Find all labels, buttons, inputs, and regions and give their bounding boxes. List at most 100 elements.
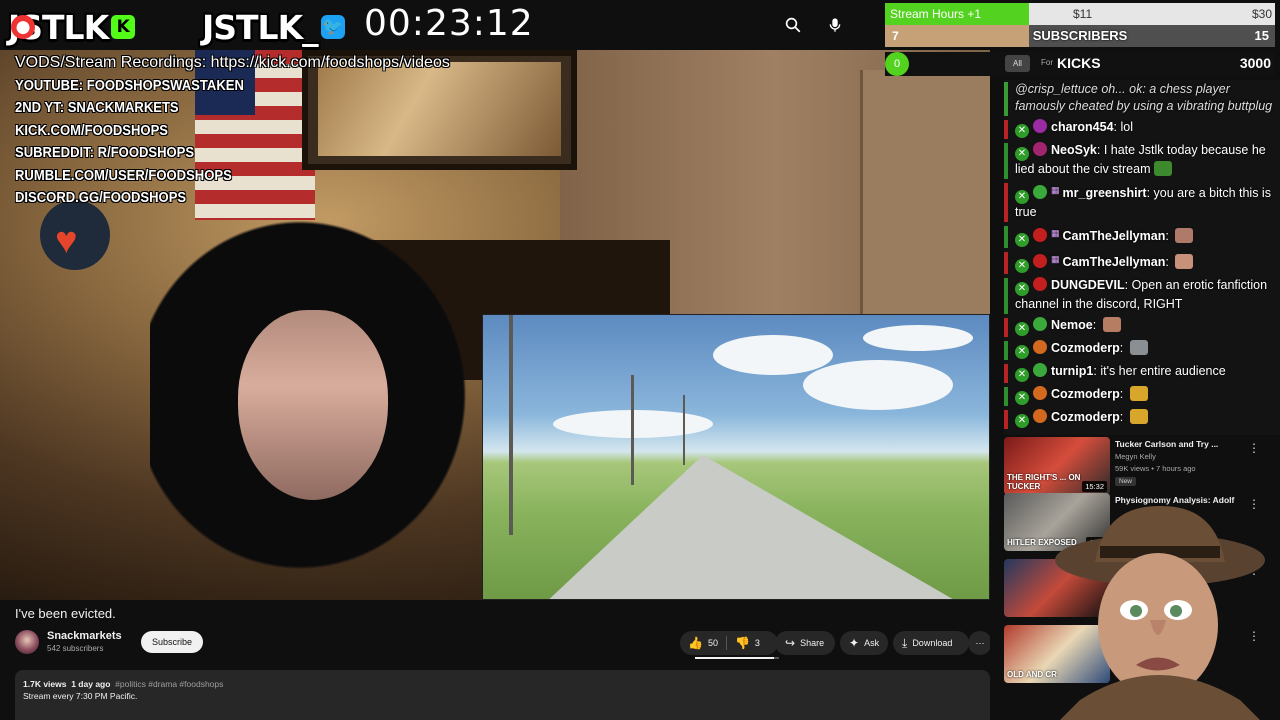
ask-button[interactable]: ✦ Ask bbox=[840, 631, 888, 655]
chat-accent-bar bbox=[1004, 364, 1008, 383]
close-circle-icon[interactable]: ✕ bbox=[1015, 282, 1029, 296]
more-actions-button[interactable]: ⋯ bbox=[968, 631, 992, 655]
goal-current: 0 bbox=[885, 52, 909, 76]
chat-message: ✕ Cozmoderp: bbox=[1004, 408, 1280, 431]
close-circle-icon[interactable]: ✕ bbox=[1015, 322, 1029, 336]
description-meta: 1.7K views 1 day ago #politics #drama #f… bbox=[23, 678, 982, 690]
cloud bbox=[863, 325, 973, 351]
video-title[interactable]: Tucker Carlson and Try ... bbox=[1115, 439, 1255, 449]
download-icon: ⤓ bbox=[902, 635, 908, 650]
subscriber-count: 542 subscribers bbox=[47, 644, 104, 653]
emote-icon bbox=[1129, 386, 1148, 401]
thumbs-up-icon: 👍 bbox=[688, 636, 703, 650]
video-player[interactable]: ♥ VODS/Stream Recordings: https://kick.c… bbox=[0, 50, 990, 600]
chat-message: ✕▦ CamTheJellyman: bbox=[1004, 224, 1280, 250]
search-icon[interactable] bbox=[780, 12, 806, 38]
gift-sub-icon: ▦ bbox=[1051, 228, 1060, 238]
close-circle-icon[interactable]: ✕ bbox=[1015, 345, 1029, 359]
chat-message: ✕▦ CamTheJellyman: bbox=[1004, 250, 1280, 276]
dislike-button[interactable]: 👎 3 bbox=[727, 636, 760, 650]
chat-accent-bar bbox=[1004, 387, 1008, 406]
chat-message: ✕ Nemoe: bbox=[1004, 316, 1280, 339]
channel-avatar[interactable] bbox=[15, 630, 39, 654]
chat-accent-bar bbox=[1004, 318, 1008, 337]
utility-pole bbox=[631, 375, 634, 485]
chat-username[interactable]: turnip1 bbox=[1051, 364, 1093, 378]
goal-label: Stream Hours +1 bbox=[890, 7, 982, 21]
chat-message: ✕ charon454: lol bbox=[1004, 118, 1280, 141]
goal-current: 7 bbox=[892, 29, 899, 43]
emote-icon bbox=[1129, 409, 1148, 424]
chat-accent-bar bbox=[1004, 82, 1008, 116]
chat-message: ✕ DUNGDEVIL: Open an erotic fanfiction ch… bbox=[1004, 276, 1280, 316]
link-youtube: YOUTUBE: FOODSHOPSWASTAKEN bbox=[15, 77, 244, 94]
user-badge-icon bbox=[1033, 277, 1047, 291]
chat-accent-bar bbox=[1004, 278, 1008, 314]
hashtags[interactable]: #politics #drama #foodshops bbox=[115, 679, 223, 689]
download-button[interactable]: ⤓ Download bbox=[893, 631, 969, 655]
close-circle-icon[interactable]: ✕ bbox=[1015, 368, 1029, 382]
utility-pole bbox=[683, 395, 685, 465]
anime-scenery-inset bbox=[482, 314, 990, 600]
video-title: I've been evicted. bbox=[15, 606, 116, 621]
like-count: 50 bbox=[707, 638, 718, 648]
chat-message: ✕ Cozmoderp: bbox=[1004, 339, 1280, 362]
chat-accent-bar bbox=[1004, 252, 1008, 274]
vods-line: VODS/Stream Recordings: https://kick.com… bbox=[15, 54, 450, 71]
chat-username[interactable]: Cozmoderp bbox=[1051, 341, 1120, 355]
filter-for-chip[interactable]: For bbox=[1041, 58, 1053, 67]
chat-username[interactable]: mr_greenshirt bbox=[1063, 186, 1147, 200]
view-count: 1.7K views bbox=[23, 679, 67, 689]
chat-username[interactable]: CamTheJellyman bbox=[1063, 229, 1166, 243]
recommended-video[interactable]: THE RIGHT'S ... ON TUCKER 15:32 Tucker Car… bbox=[1004, 437, 1280, 497]
user-badge-icon bbox=[1033, 254, 1047, 268]
stream-links-overlay: VODS/Stream Recordings: https://kick.com… bbox=[15, 52, 450, 210]
close-circle-icon[interactable]: ✕ bbox=[1015, 414, 1029, 428]
goal-target: 15 bbox=[1254, 28, 1269, 43]
channel-name[interactable]: Snackmarkets bbox=[47, 630, 122, 642]
emote-icon bbox=[1102, 317, 1121, 332]
more-vertical-icon[interactable]: ⋮ bbox=[1248, 441, 1260, 455]
chat-text: it's her entire audience bbox=[1100, 364, 1226, 378]
road bbox=[543, 455, 963, 599]
chat-username[interactable]: charon454 bbox=[1051, 120, 1114, 134]
chat-message: @crisp_lettuce oh... ok: a chess player … bbox=[1004, 80, 1280, 118]
like-button[interactable]: 👍 50 bbox=[688, 636, 727, 650]
close-circle-icon[interactable]: ✕ bbox=[1015, 124, 1029, 138]
filter-all-chip[interactable]: All bbox=[1005, 55, 1030, 72]
goal-value-target: $30 bbox=[1251, 7, 1272, 21]
close-circle-icon[interactable]: ✕ bbox=[1015, 190, 1029, 204]
share-label: Share bbox=[800, 638, 825, 648]
top-bar: JSTLK K ● JSTLK_ 🐦 00:23:12 bbox=[0, 0, 880, 50]
link-rumble: RUMBLE.COM/USER/FOODSHOPS bbox=[15, 167, 232, 184]
chat-username[interactable]: Nemoe bbox=[1051, 318, 1093, 332]
chat-message: ✕ turnip1: it's her entire audience bbox=[1004, 362, 1280, 385]
close-circle-icon[interactable]: ✕ bbox=[1015, 391, 1029, 405]
description-box[interactable]: 1.7K views 1 day ago #politics #drama #f… bbox=[15, 670, 990, 720]
chat-username[interactable]: NeoSyk bbox=[1051, 143, 1097, 157]
share-button[interactable]: ↪ Share bbox=[775, 631, 835, 655]
chat-accent-bar bbox=[1004, 143, 1008, 179]
video-channel[interactable]: Megyn Kelly bbox=[1115, 452, 1156, 461]
chat-username[interactable]: Cozmoderp bbox=[1051, 387, 1120, 401]
chat-username[interactable]: DUNGDEVIL bbox=[1051, 278, 1125, 292]
background-door bbox=[860, 70, 990, 330]
close-circle-icon[interactable]: ✕ bbox=[1015, 259, 1029, 273]
jstlk-twitter-logo: JSTLK_ 🐦 bbox=[202, 7, 345, 47]
cloud bbox=[713, 335, 833, 375]
emote-icon bbox=[1175, 254, 1194, 269]
close-circle-icon[interactable]: ✕ bbox=[1015, 233, 1029, 247]
chat-accent-bar bbox=[1004, 410, 1008, 429]
logo-text: JSTLK_ bbox=[202, 7, 319, 47]
link-kick: KICK.COM/FOODSHOPS bbox=[15, 122, 168, 139]
goal-label: SUBSCRIBERS bbox=[1032, 28, 1128, 43]
video-thumbnail[interactable]: THE RIGHT'S ... ON TUCKER 15:32 bbox=[1004, 437, 1110, 495]
mic-icon[interactable] bbox=[822, 12, 848, 38]
chat-username[interactable]: Cozmoderp bbox=[1051, 410, 1120, 424]
goal-fill bbox=[885, 25, 1030, 47]
goal-target: 3000 bbox=[1239, 55, 1271, 71]
chat-message: ✕ Cozmoderp: bbox=[1004, 385, 1280, 408]
chat-username[interactable]: CamTheJellyman bbox=[1063, 255, 1166, 269]
subscribe-button[interactable]: Subscribe bbox=[141, 631, 204, 653]
close-circle-icon[interactable]: ✕ bbox=[1015, 147, 1029, 161]
